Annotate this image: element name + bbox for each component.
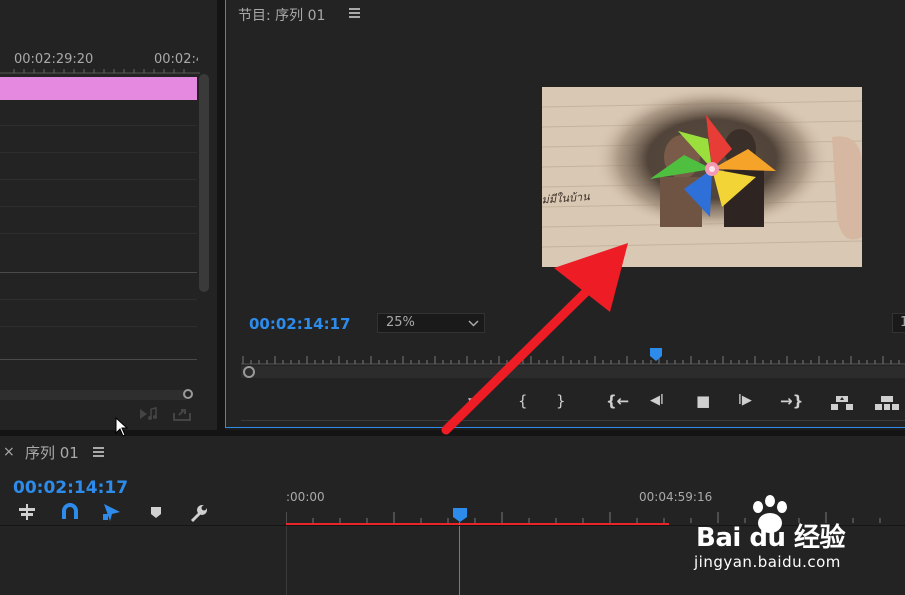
timeline-hamburger-icon[interactable]: [93, 447, 104, 457]
magnet-icon[interactable]: [61, 503, 79, 521]
go-to-in-button[interactable]: {←: [606, 392, 629, 410]
baidu-url-text: jingyan.baidu.com: [694, 553, 841, 571]
chevron-down-icon: [468, 320, 479, 327]
left-ruler-time-1: 00:02:29:20: [14, 52, 94, 67]
linked-select-icon[interactable]: [102, 502, 122, 522]
program-playhead[interactable]: [650, 348, 662, 361]
audio-icon[interactable]: [138, 406, 158, 422]
export-frame-icon[interactable]: [172, 406, 192, 422]
stop-button[interactable]: ■: [696, 392, 710, 410]
track-area-divider: [286, 525, 287, 595]
timeline-timecode[interactable]: 00:02:14:17: [13, 478, 128, 498]
resolution-select-partial[interactable]: 1: [892, 313, 905, 333]
resolution-value: 1: [900, 315, 905, 330]
zoom-value: 25%: [386, 315, 415, 330]
monitor-bottom-line: [241, 420, 905, 421]
mark-in-button[interactable]: {: [518, 392, 528, 410]
left-vertical-scrollbar[interactable]: [199, 74, 209, 292]
marker-icon[interactable]: [150, 506, 162, 520]
transport-bar: ▼ { } {← ◀I ■ I▶ →}: [456, 392, 905, 416]
program-ruler[interactable]: [241, 350, 905, 366]
track-lines: [0, 100, 197, 390]
extract-button[interactable]: [874, 394, 900, 412]
step-back-button[interactable]: ◀I: [650, 393, 664, 408]
mouse-cursor-icon: [115, 417, 129, 437]
video-frame: ไม่มีในบ้าน: [542, 87, 862, 267]
zoom-scrollbar[interactable]: [241, 366, 905, 378]
program-monitor: 节目: 序列 01 ไม่มีในบ้าน 00:02:14:17 25% 1 …: [225, 0, 905, 428]
snap-icon[interactable]: [17, 503, 37, 521]
wrench-icon[interactable]: [188, 503, 208, 523]
baidu-watermark: Bai du 经验 jingyan.baidu.com: [690, 495, 900, 580]
left-ruler-time-2: 00:02:4: [154, 52, 198, 67]
program-monitor-title[interactable]: 节目: 序列 01: [238, 5, 325, 25]
panel-divider[interactable]: [217, 0, 225, 432]
handwriting-text: ไม่มีในบ้าน: [542, 190, 591, 207]
timeline-ruler-start: :00:00: [286, 490, 325, 504]
pink-clip[interactable]: [0, 77, 197, 100]
zoom-select[interactable]: 25%: [377, 313, 485, 333]
step-forward-button[interactable]: I▶: [738, 393, 752, 408]
left-ruler-ticks: [0, 69, 200, 74]
hamburger-icon[interactable]: [349, 8, 360, 18]
zoom-scroll-handle[interactable]: [243, 366, 255, 378]
close-icon[interactable]: ×: [3, 444, 15, 460]
lift-button[interactable]: [830, 394, 854, 412]
baidu-brand-text: Bai du 经验: [696, 523, 846, 553]
left-scroll-handle[interactable]: [183, 389, 193, 399]
timeline-playhead[interactable]: [453, 508, 467, 522]
left-panel: 00:02:29:20 00:02:4: [0, 0, 217, 430]
program-timecode[interactable]: 00:02:14:17: [249, 315, 351, 333]
mark-out-button[interactable]: }: [556, 392, 566, 410]
left-horizontal-scrollbar[interactable]: [0, 390, 186, 400]
timeline-title[interactable]: 序列 01: [25, 442, 79, 463]
go-to-out-button[interactable]: →}: [780, 392, 803, 410]
video-frame-image: [542, 87, 862, 267]
add-marker-button[interactable]: ▼: [468, 395, 477, 409]
timeline-playhead-line: [459, 522, 460, 595]
